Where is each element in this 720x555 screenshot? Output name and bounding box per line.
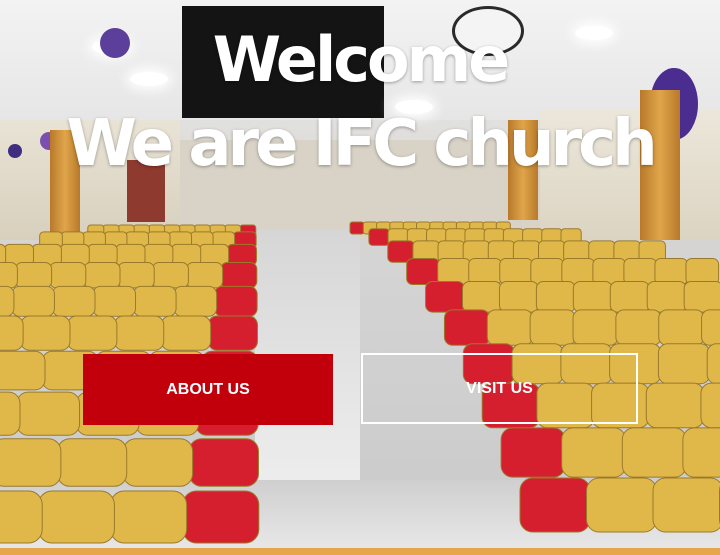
chair <box>207 315 258 351</box>
chair <box>0 262 18 289</box>
chair <box>67 315 118 351</box>
chair <box>56 438 128 487</box>
chair <box>220 262 258 289</box>
chair <box>682 427 720 478</box>
chair <box>592 257 627 285</box>
chair <box>122 438 194 487</box>
chair <box>51 285 96 317</box>
chair <box>0 315 24 351</box>
chair <box>186 262 224 289</box>
bottom-accent-bar <box>0 548 720 555</box>
chair <box>706 343 720 385</box>
chair <box>160 315 212 351</box>
chair <box>117 262 155 289</box>
chair <box>349 221 365 235</box>
chair <box>151 262 189 289</box>
chair <box>113 315 165 351</box>
chair <box>645 382 705 429</box>
chair <box>37 490 115 544</box>
visit-us-button[interactable]: VISIT US <box>361 353 638 424</box>
chair <box>535 280 576 313</box>
chair <box>406 257 440 285</box>
chair <box>425 280 465 313</box>
chair <box>498 280 539 313</box>
chair <box>683 280 720 313</box>
chair <box>0 350 46 391</box>
chair <box>11 285 55 317</box>
chair <box>701 309 720 346</box>
chair <box>685 257 720 285</box>
chair <box>572 309 619 346</box>
chair <box>561 427 626 478</box>
chair <box>20 315 71 351</box>
chair <box>657 343 711 385</box>
hero-title-church: We are IFC church <box>66 107 657 181</box>
chair <box>486 309 533 346</box>
chair <box>437 257 471 285</box>
chair <box>654 257 689 285</box>
chair <box>0 438 62 487</box>
chair <box>586 477 657 533</box>
chair <box>468 257 502 285</box>
hero-section: Welcome We are IFC church ABOUT US VISIT… <box>0 0 720 548</box>
chair <box>92 285 137 317</box>
chair <box>462 280 502 313</box>
chair <box>700 382 720 429</box>
chair <box>182 490 260 544</box>
chair <box>500 427 566 478</box>
chair <box>0 391 21 436</box>
chair <box>652 477 720 533</box>
chair <box>15 262 53 289</box>
chair <box>499 257 533 285</box>
chair <box>658 309 705 346</box>
chair <box>173 285 218 317</box>
chair <box>49 262 87 289</box>
chair <box>621 427 687 478</box>
chair <box>0 490 43 544</box>
chair <box>213 285 258 317</box>
chair <box>368 228 390 246</box>
about-us-button[interactable]: ABOUT US <box>83 354 333 425</box>
chair <box>443 309 491 346</box>
chair <box>615 309 662 346</box>
chair <box>609 280 650 313</box>
hero-title-welcome: Welcome <box>212 23 510 96</box>
chair <box>83 262 121 289</box>
chair <box>16 391 81 436</box>
chair <box>132 285 177 317</box>
chair <box>561 257 595 285</box>
chair <box>530 257 564 285</box>
chair <box>646 280 687 313</box>
chair <box>188 438 259 487</box>
chair <box>519 477 591 533</box>
chair <box>572 280 613 313</box>
chair <box>0 285 15 317</box>
chair <box>623 257 658 285</box>
chair <box>529 309 576 346</box>
chair <box>110 490 188 544</box>
